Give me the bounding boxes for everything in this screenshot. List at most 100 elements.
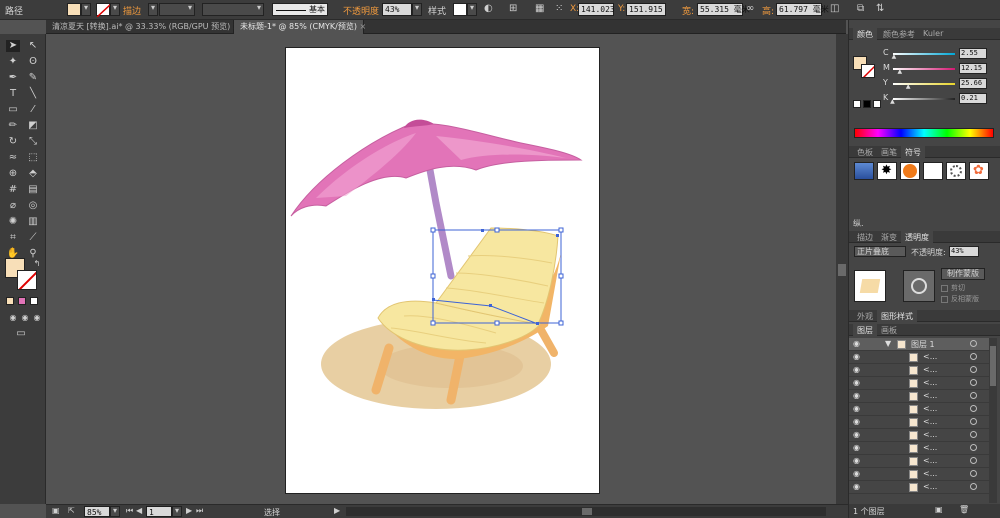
symbol-ring[interactable] [946, 162, 966, 180]
sublayer-row[interactable]: ◉ <... [849, 364, 989, 377]
next-page-icon[interactable]: ▶ [186, 506, 192, 515]
eye-icon[interactable]: ◉ [853, 469, 860, 478]
sublayer-row[interactable]: ◉ <... [849, 377, 989, 390]
stroke-label[interactable]: 描边 [123, 4, 141, 17]
arrange-icon[interactable]: ⇅ [876, 3, 884, 14]
zoom-field[interactable]: 85% [84, 506, 110, 517]
eye-icon[interactable]: ◉ [853, 378, 860, 387]
symbol-orange-circle[interactable] [900, 162, 920, 180]
channel-value-c[interactable]: 2.55 [959, 48, 987, 59]
symbol-frame[interactable] [923, 162, 943, 180]
share-icon[interactable]: ▣ [52, 506, 60, 515]
transform-icon[interactable]: ▦ [535, 3, 544, 14]
channel-slider-c[interactable] [893, 53, 955, 55]
sublayer-row[interactable]: ◉ <... [849, 481, 989, 494]
text-icon[interactable]: T [6, 88, 20, 100]
stroke-weight-field[interactable] [159, 3, 195, 16]
gradient-mode-icon[interactable] [18, 297, 26, 305]
symbol-flower[interactable]: ✿ [969, 162, 989, 180]
tab-transparency[interactable]: 透明度 [901, 231, 933, 243]
tab-kuler[interactable]: Kuler [919, 28, 947, 40]
x-field[interactable]: 141.023 [578, 3, 615, 16]
align-icon[interactable]: ⊞ [509, 3, 517, 14]
swap-colors-icon[interactable]: ↰ [30, 258, 44, 270]
stroke-swatch[interactable] [96, 3, 112, 18]
page-field[interactable]: 1 [146, 506, 172, 517]
none-mode-icon[interactable] [30, 297, 38, 305]
tab-color[interactable]: 颜色 [853, 28, 877, 40]
tab-swatches[interactable]: 色板 [853, 146, 877, 158]
eye-icon[interactable]: ◉ [853, 417, 860, 426]
color-spectrum[interactable] [854, 128, 994, 138]
slider-thumb-icon[interactable]: ▲ [898, 68, 903, 75]
beach-artwork[interactable] [286, 48, 601, 495]
target-icon[interactable] [970, 470, 977, 477]
tab-doc-1[interactable]: 清凉夏天 [转换].ai* @ 33.33% (RGB/GPU 预览) × [46, 20, 239, 34]
tab-layers[interactable]: 图层 [853, 324, 877, 336]
pathfinder-icon[interactable]: ◫ [830, 3, 839, 14]
fill-swatch[interactable] [67, 3, 81, 16]
blend-mode-select[interactable]: 正片叠底 [854, 246, 906, 257]
eye-icon[interactable]: ◉ [853, 430, 860, 439]
target-icon[interactable] [970, 418, 977, 425]
gradient-icon[interactable]: ▤ [26, 184, 40, 196]
color-mode-icon[interactable] [6, 297, 14, 305]
selection-tool-icon[interactable]: ➤ [6, 40, 20, 52]
stroke-dropdown[interactable] [110, 3, 120, 16]
black-swatch[interactable] [863, 100, 871, 108]
layer-row-top[interactable]: ◉ ▼ 图层 1 [849, 338, 989, 351]
scale-icon[interactable]: ⤡ [26, 136, 40, 148]
delete-layer-icon[interactable]: 🗑 [959, 505, 969, 514]
export-icon[interactable]: ⇱ [68, 506, 75, 515]
status-menu-icon[interactable]: ▶ [334, 506, 340, 515]
sublayer-row[interactable]: ◉ <... [849, 455, 989, 468]
line-icon[interactable]: ╲ [26, 88, 40, 100]
artboard-icon[interactable]: ⌗ [6, 232, 20, 244]
tab-graphic-styles[interactable]: 图形样式 [877, 310, 917, 322]
stroke-color-box[interactable] [17, 270, 37, 290]
symbol-ink-splash[interactable]: ✸ [877, 162, 897, 180]
brush-icon[interactable]: ⁄ [26, 104, 40, 116]
opacity-field[interactable]: 43% [382, 3, 412, 16]
screen-mode-icon[interactable]: ▭ [14, 328, 28, 340]
eye-icon[interactable]: ◉ [853, 456, 860, 465]
page-dropdown[interactable] [172, 506, 182, 517]
slider-thumb-icon[interactable]: ▲ [892, 53, 897, 60]
object-thumbnail[interactable] [854, 270, 886, 302]
target-icon[interactable] [970, 366, 977, 373]
tab-symbols[interactable]: 符号 [901, 146, 925, 158]
channel-slider-y[interactable] [893, 83, 955, 85]
layers-scrollbar[interactable] [989, 338, 997, 503]
artboard[interactable] [285, 47, 600, 494]
mesh-icon[interactable]: # [6, 184, 20, 196]
variable-width-dropdown[interactable] [202, 3, 264, 16]
target-icon[interactable] [970, 405, 977, 412]
brush-definition[interactable]: 基本 [272, 3, 328, 16]
draw-inside-icon[interactable]: ◉ [30, 312, 44, 324]
close-icon[interactable]: × [360, 22, 367, 31]
hscroll-thumb[interactable] [582, 508, 592, 515]
color-stroke-swatch[interactable] [861, 64, 875, 78]
warp-icon[interactable]: ≈ [6, 152, 20, 164]
shape-builder-icon[interactable]: ⊕ [6, 168, 20, 180]
sublayer-row[interactable]: ◉ <... [849, 429, 989, 442]
target-icon[interactable] [970, 483, 977, 490]
invert-mask-checkbox[interactable] [941, 296, 948, 303]
eraser-icon[interactable]: ◩ [26, 120, 40, 132]
sublayer-row[interactable]: ◉ <... [849, 390, 989, 403]
eye-icon[interactable]: ◉ [853, 365, 860, 374]
slider-thumb-icon[interactable]: ▲ [906, 83, 911, 90]
tab-appearance[interactable]: 外观 [853, 310, 877, 322]
clip-checkbox[interactable] [941, 285, 948, 292]
eye-icon[interactable]: ◉ [853, 339, 860, 348]
eye-icon[interactable]: ◉ [853, 391, 860, 400]
vertical-scrollbar[interactable] [836, 34, 848, 504]
tab-brushes[interactable]: 画笔 [877, 146, 901, 158]
stroke-weight-stepper[interactable] [148, 3, 158, 16]
eyedropper-icon[interactable]: ⌀ [6, 200, 20, 212]
layers-scroll-thumb[interactable] [990, 346, 996, 386]
expand-icon[interactable]: ▼ [885, 339, 891, 348]
make-mask-button[interactable]: 制作蒙版 [941, 268, 985, 280]
style-dropdown[interactable] [467, 3, 477, 16]
sublayer-row[interactable]: ◉ <... [849, 351, 989, 364]
